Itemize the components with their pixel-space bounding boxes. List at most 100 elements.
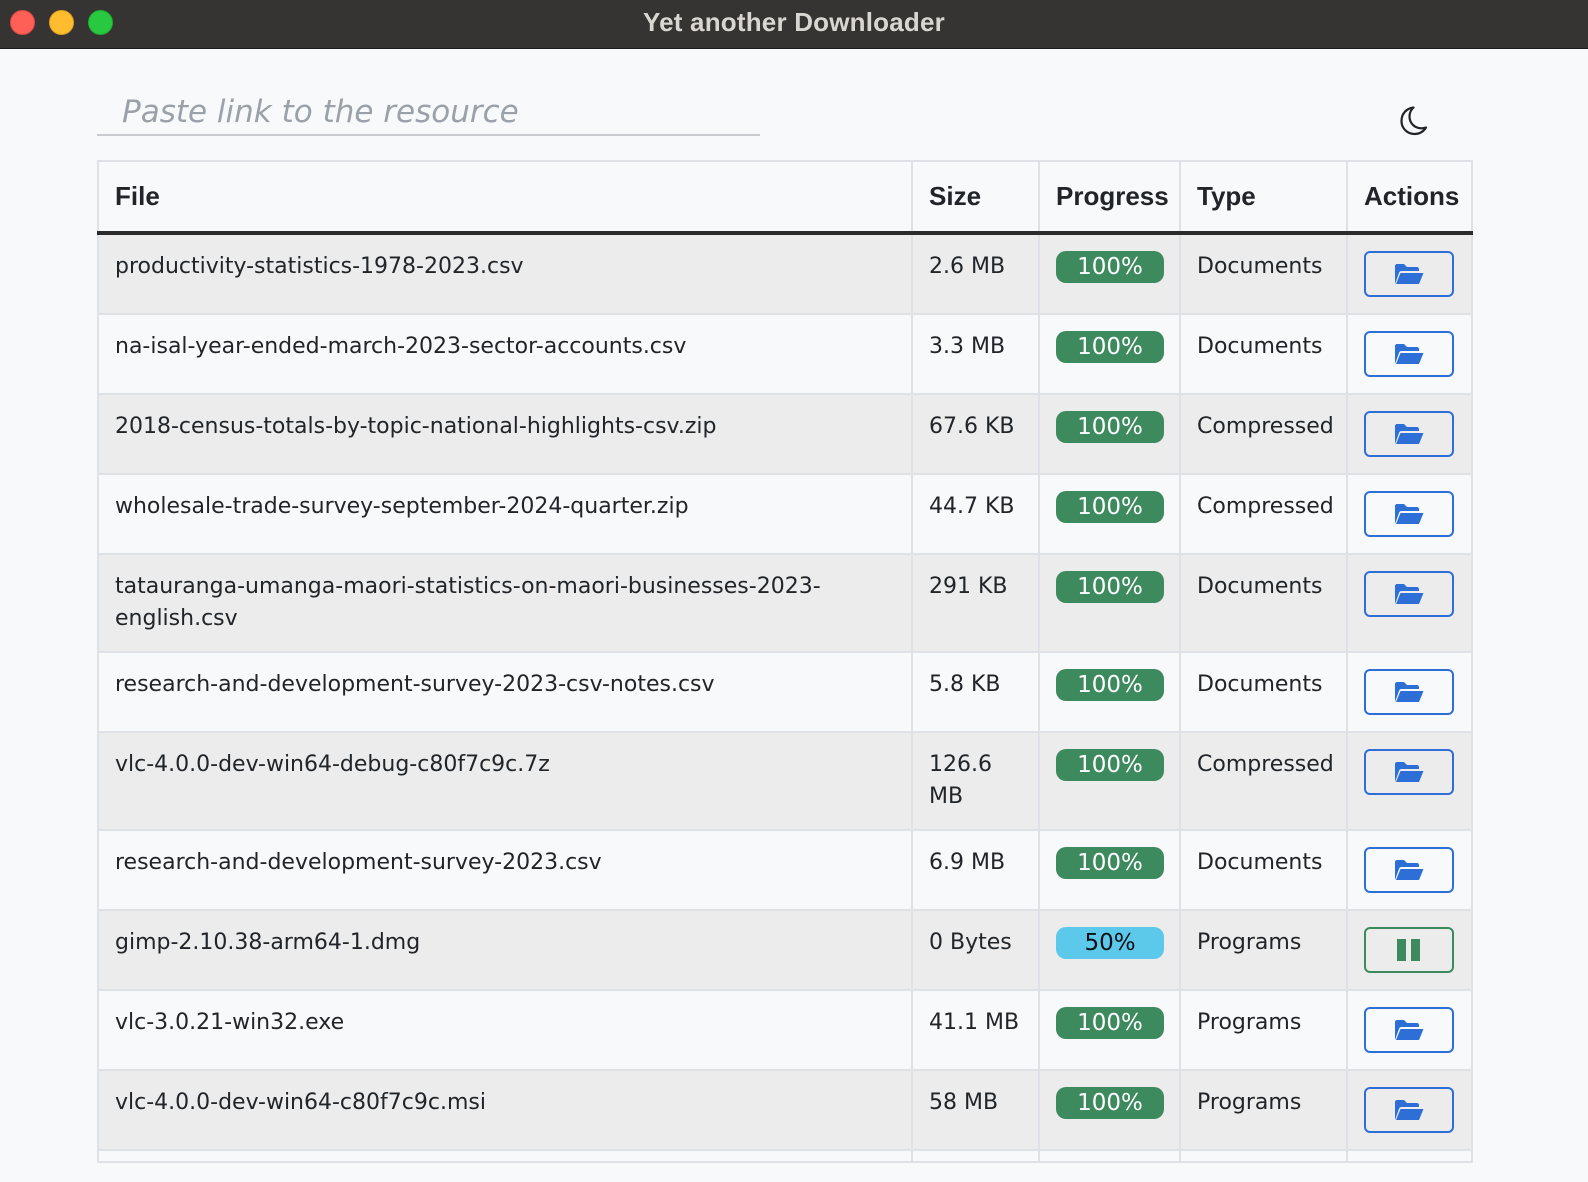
progress-badge: 50%: [1056, 927, 1164, 959]
window-titlebar: Yet another Downloader: [0, 0, 1588, 49]
open-folder-button[interactable]: [1364, 749, 1454, 795]
progress-cell: 50%: [1038, 909, 1181, 991]
open-folder-button[interactable]: [1364, 571, 1454, 617]
progress-cell: 100%: [1038, 829, 1181, 911]
resource-link-input[interactable]: [97, 90, 760, 136]
window-title: Yet another Downloader: [642, 7, 945, 37]
actions-cell: [1346, 829, 1473, 911]
open-folder-button[interactable]: [1364, 847, 1454, 893]
actions-cell: [1346, 1069, 1473, 1151]
open-folder-button[interactable]: [1364, 491, 1454, 537]
file-type-cell: Programs: [1179, 989, 1348, 1071]
folder-open-icon: [1395, 860, 1424, 880]
file-name-cell: vlc-4.0.0-dev-win64-c80f7c9c.msi: [97, 1069, 913, 1151]
file-size-cell: 67.6 KB: [911, 393, 1040, 475]
progress-badge: 100%: [1056, 331, 1164, 363]
progress-badge: 100%: [1056, 491, 1164, 523]
theme-toggle-button[interactable]: [1393, 101, 1433, 141]
progress-cell: 100%: [1038, 1069, 1181, 1151]
downloads-table-container: File Size Progress Type Actions producti…: [97, 160, 1473, 1163]
progress-badge: 100%: [1056, 749, 1164, 781]
progress-badge: 100%: [1056, 251, 1164, 283]
actions-cell: [1346, 651, 1473, 733]
folder-open-icon: [1395, 1020, 1424, 1040]
progress-badge: 100%: [1056, 1087, 1164, 1119]
folder-open-icon: [1395, 344, 1424, 364]
file-name-cell: vlc-4.0.0-dev-win64-debug-c80f7c9c.7z: [97, 731, 913, 831]
file-size-cell: 3.3 MB: [911, 313, 1040, 395]
table-row: research-and-development-survey-2023.csv…: [97, 829, 1473, 911]
open-folder-button[interactable]: [1364, 251, 1454, 297]
file-size-cell: 0 Bytes: [911, 909, 1040, 991]
file-size-cell: 291 KB: [911, 553, 1040, 653]
column-header-type: Type: [1179, 160, 1348, 235]
table-header-row: File Size Progress Type Actions: [97, 160, 1473, 235]
file-name-cell: research-and-development-survey-2023.csv: [97, 829, 913, 911]
pause-icon: [1397, 939, 1420, 961]
file-name-cell: wholesale-trade-survey-september-2024-qu…: [97, 473, 913, 555]
file-name-cell: tatauranga-umanga-maori-statistics-on-ma…: [97, 553, 913, 653]
column-header-file: File: [97, 160, 913, 235]
folder-open-icon: [1395, 424, 1424, 444]
file-name-cell: gimp-2.10.38-arm64-1.dmg: [97, 909, 913, 991]
column-header-actions: Actions: [1346, 160, 1473, 235]
progress-cell: 100%: [1038, 731, 1181, 831]
table-row: vlc-4.0.0-dev-win64-debug-c80f7c9c.7z 126…: [97, 731, 1473, 831]
table-row: tatauranga-umanga-maori-statistics-on-ma…: [97, 553, 1473, 653]
file-size-cell: 41.1 MB: [911, 989, 1040, 1071]
file-type-cell: Documents: [1179, 232, 1348, 315]
file-size-cell: 58 MB: [911, 1069, 1040, 1151]
file-size-cell: 44.7 KB: [911, 473, 1040, 555]
open-folder-button[interactable]: [1364, 1007, 1454, 1053]
table-row: vlc-3.0.21-win32.exe 41.1 MB 100% Programs: [97, 989, 1473, 1071]
actions-cell: [1346, 553, 1473, 653]
file-type-cell: Compressed: [1179, 473, 1348, 555]
table-row: research-and-development-survey-2023-csv…: [97, 651, 1473, 733]
actions-cell: [1346, 393, 1473, 475]
open-folder-button[interactable]: [1364, 411, 1454, 457]
downloads-table: File Size Progress Type Actions producti…: [97, 160, 1473, 1163]
file-name-cell: 2018-census-totals-by-topic-national-hig…: [97, 393, 913, 475]
folder-open-icon: [1395, 584, 1424, 604]
column-header-progress: Progress: [1038, 160, 1181, 235]
actions-cell: [1346, 313, 1473, 395]
progress-cell: 100%: [1038, 393, 1181, 475]
progress-badge: 100%: [1056, 1007, 1164, 1039]
pause-download-button[interactable]: [1364, 927, 1454, 973]
table-row: gimp-2.10.38-arm64-1.dmg 0 Bytes 50% Progra…: [97, 909, 1473, 991]
file-type-cell: Documents: [1179, 829, 1348, 911]
file-type-cell: Documents: [1179, 313, 1348, 395]
open-folder-button[interactable]: [1364, 1087, 1454, 1133]
file-size-cell: 6.9 MB: [911, 829, 1040, 911]
file-type-cell: Programs: [1179, 1069, 1348, 1151]
file-size-cell: 5.8 KB: [911, 651, 1040, 733]
file-size-cell: 2.6 MB: [911, 232, 1040, 315]
file-type-cell: Documents: [1179, 553, 1348, 653]
progress-cell: 100%: [1038, 651, 1181, 733]
folder-open-icon: [1395, 264, 1424, 284]
file-name-cell: productivity-statistics-1978-2023.csv: [97, 232, 913, 315]
table-row: productivity-statistics-1978-2023.csv 2.6…: [97, 232, 1473, 315]
table-row-partial: [97, 1149, 1473, 1163]
folder-open-icon: [1395, 1100, 1424, 1120]
folder-open-icon: [1395, 762, 1424, 782]
progress-cell: 100%: [1038, 232, 1181, 315]
actions-cell: [1346, 909, 1473, 991]
file-type-cell: Compressed: [1179, 731, 1348, 831]
open-folder-button[interactable]: [1364, 669, 1454, 715]
file-type-cell: Compressed: [1179, 393, 1348, 475]
progress-cell: 100%: [1038, 473, 1181, 555]
file-size-cell: 126.6 MB: [911, 731, 1040, 831]
progress-badge: 100%: [1056, 411, 1164, 443]
table-row: 2018-census-totals-by-topic-national-hig…: [97, 393, 1473, 475]
actions-cell: [1346, 232, 1473, 315]
progress-cell: 100%: [1038, 313, 1181, 395]
actions-cell: [1346, 731, 1473, 831]
progress-badge: 100%: [1056, 847, 1164, 879]
actions-cell: [1346, 989, 1473, 1071]
file-name-cell: research-and-development-survey-2023-csv…: [97, 651, 913, 733]
open-folder-button[interactable]: [1364, 331, 1454, 377]
progress-cell: 100%: [1038, 553, 1181, 653]
column-header-size: Size: [911, 160, 1040, 235]
progress-badge: 100%: [1056, 571, 1164, 603]
